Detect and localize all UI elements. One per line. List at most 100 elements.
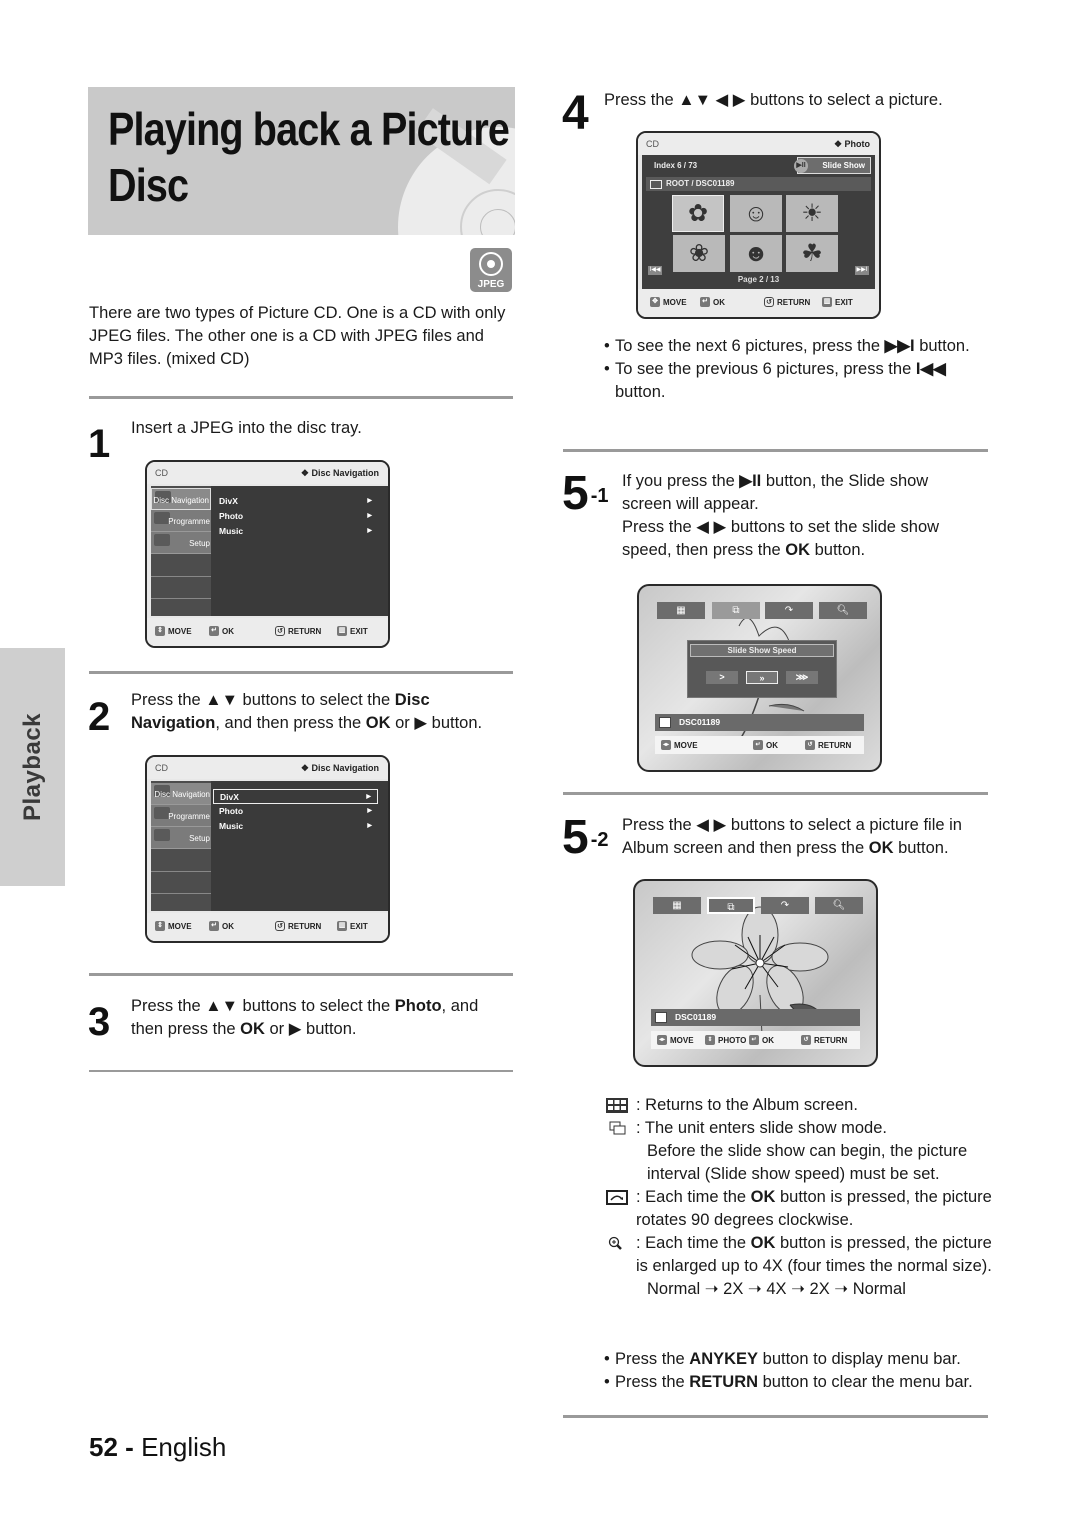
menu-item-photo[interactable]: Photo ▶ <box>213 804 378 819</box>
slide-show-speed-dialog: Slide Show Speed > » ⋙ <box>687 640 837 698</box>
album-tool-button[interactable]: ▦ <box>657 602 705 619</box>
thumbnail[interactable]: ✿ <box>672 195 724 232</box>
step-4-text: Press the ▲▼ ◀ ▶ buttons to select a pic… <box>604 91 943 109</box>
divider <box>563 792 988 795</box>
thumbnail[interactable]: ☺ <box>730 195 782 232</box>
speed-medium-button[interactable]: » <box>746 671 778 684</box>
exit-hint: ▥ EXIT <box>337 921 368 931</box>
osd-title: ❖ Disc Navigation <box>300 468 379 478</box>
album-grid-icon <box>606 1098 628 1113</box>
thumbnail[interactable]: ❀ <box>673 235 725 272</box>
page-counter: Page 2 / 13 <box>737 275 780 284</box>
speed-fast-button[interactable]: ⋙ <box>786 671 818 684</box>
move-hint: ✥ MOVE <box>650 297 687 307</box>
page-title: Playing back a Picture Disc <box>108 103 510 211</box>
rotate-tool-button[interactable]: ↷ <box>761 897 809 914</box>
arrow-right-icon: ▶ <box>367 528 372 534</box>
osd-source: CD <box>155 468 168 478</box>
step-4-number: 4 <box>562 87 589 140</box>
step-1-number: 1 <box>88 422 111 466</box>
gear-icon <box>154 829 170 841</box>
step-5-2-number: 5 -2 <box>562 811 609 864</box>
leftright-icon: ◂▸ <box>657 1035 667 1045</box>
step-4-bullets: To see the next 6 pictures, press the ▶▶… <box>604 335 984 404</box>
photo-view-screen: ▦ ⧉ ↷ 🔍︎ DSC01189 ◂▸ MOVE ⇕ PHOTO ↵ OK ↺ RET… <box>633 879 878 1067</box>
dialog-title: Slide Show Speed <box>690 644 834 657</box>
legend-rotate: : Each time the OK button is pressed, th… <box>606 1186 996 1232</box>
folder-icon <box>650 180 662 189</box>
return-icon: ↺ <box>764 297 774 307</box>
file-name-bar: DSC01189 <box>655 714 864 731</box>
enter-icon: ↵ <box>753 740 763 750</box>
zoom-tool-button[interactable]: 🔍︎ <box>815 897 863 914</box>
bullet: To see the previous 6 pictures, press th… <box>604 358 984 404</box>
arrow-right-icon: ▶ <box>367 513 372 519</box>
menu-item-photo[interactable]: Photo ▶ <box>213 509 378 524</box>
updown-icon: ⇕ <box>705 1035 715 1045</box>
arrow-right-icon: ▶ <box>367 498 372 504</box>
legend-album: : Returns to the Album screen. <box>606 1094 996 1117</box>
arrow-right-icon: ▶ <box>367 808 372 814</box>
arrow-right-icon: ▶ <box>366 794 371 800</box>
dpad-icon: ✥ <box>650 297 660 307</box>
zoom-tool-button[interactable]: 🔍︎ <box>819 602 867 619</box>
arrow-right-icon: ▶ <box>367 823 372 829</box>
disc-navigation-screen-2: CD ❖ Disc Navigation Disc Navigation Pro… <box>145 755 390 943</box>
step-3-text: Press the ▲▼ buttons to select the Photo… <box>131 997 479 1038</box>
next-page-icon[interactable]: ▶▶I <box>855 266 869 275</box>
rotate-icon <box>606 1190 628 1205</box>
return-icon: ↺ <box>275 921 285 931</box>
legend-zoom: : Each time the OK button is pressed, th… <box>606 1232 996 1278</box>
return-hint: ↺ RETURN <box>275 626 321 636</box>
sidebar-item-setup[interactable]: Setup <box>151 827 211 849</box>
return-icon: ↺ <box>275 626 285 636</box>
updown-icon: ⇕ <box>155 921 165 931</box>
menu-item-music[interactable]: Music ▶ <box>213 524 378 539</box>
album-tool-button[interactable]: ▦ <box>653 897 701 914</box>
divider <box>89 973 513 976</box>
jpeg-disc-icon: JPEG <box>470 248 512 292</box>
sidebar-item-setup[interactable]: Setup <box>151 532 211 554</box>
sidebar-item-programme[interactable]: Programme <box>151 510 211 532</box>
ok-hint: ↵ OK <box>700 297 725 307</box>
exit-hint: ▥ EXIT <box>337 626 368 636</box>
title-banner: Playing back a Picture Disc <box>88 87 515 235</box>
return-icon: ↺ <box>801 1035 811 1045</box>
osd-title: ❖ Photo <box>833 139 870 149</box>
ok-hint: ↵ OK <box>209 626 234 636</box>
sidebar-item-disc-navigation[interactable]: Disc Navigation <box>151 488 211 510</box>
sidebar-item-programme[interactable]: Programme <box>151 805 211 827</box>
menu-item-divx[interactable]: DivX ▶ <box>213 789 378 804</box>
ok-hint: ↵ OK <box>209 921 234 931</box>
slide-show-button[interactable]: ▶II Slide Show <box>794 157 871 174</box>
menu-item-divx[interactable]: DivX ▶ <box>213 494 378 509</box>
osd-footer: ◂▸ MOVE ↵ OK ↺ RETURN <box>655 736 864 754</box>
speed-slow-button[interactable]: > <box>706 671 738 684</box>
thumbnail[interactable]: ☀ <box>786 195 838 232</box>
osd-footer: ◂▸ MOVE ⇕ PHOTO ↵ OK ↺ RETURN <box>651 1031 860 1049</box>
slideshow-tool-button[interactable]: ⧉ <box>712 602 760 619</box>
sidebar-item-disc-navigation[interactable]: Disc Navigation <box>151 783 211 805</box>
step-1-text: Insert a JPEG into the disc tray. <box>131 419 362 437</box>
slideshow-tool-button[interactable]: ⧉ <box>707 897 755 914</box>
divider <box>89 396 513 399</box>
thumbnail[interactable]: ☘ <box>786 235 838 272</box>
previous-page-icon[interactable]: I◀◀ <box>648 266 662 275</box>
index-counter: Index 6 / 73 <box>654 161 698 170</box>
return-icon: ↺ <box>805 740 815 750</box>
menu-bar-bullets: Press the ANYKEY button to display menu … <box>604 1348 994 1394</box>
bullet: To see the next 6 pictures, press the ▶▶… <box>604 335 984 358</box>
disc-navigation-screen-1: CD ❖ Disc Navigation Disc Navigation Pro… <box>145 460 390 648</box>
step-3-number: 3 <box>88 1000 111 1044</box>
bullet: Press the ANYKEY button to display menu … <box>604 1348 994 1371</box>
enter-icon: ↵ <box>209 921 219 931</box>
image-icon <box>659 717 671 728</box>
step-5-2-text: Press the ◀ ▶ buttons to select a pictur… <box>622 816 962 857</box>
menu-item-music[interactable]: Music ▶ <box>213 819 378 834</box>
divider <box>563 449 988 452</box>
updown-icon: ⇕ <box>155 626 165 636</box>
move-hint: ⇕ MOVE <box>155 626 192 636</box>
intro-text: There are two types of Picture CD. One i… <box>89 304 506 368</box>
rotate-tool-button[interactable]: ↷ <box>765 602 813 619</box>
thumbnail[interactable]: ☻ <box>730 235 782 272</box>
